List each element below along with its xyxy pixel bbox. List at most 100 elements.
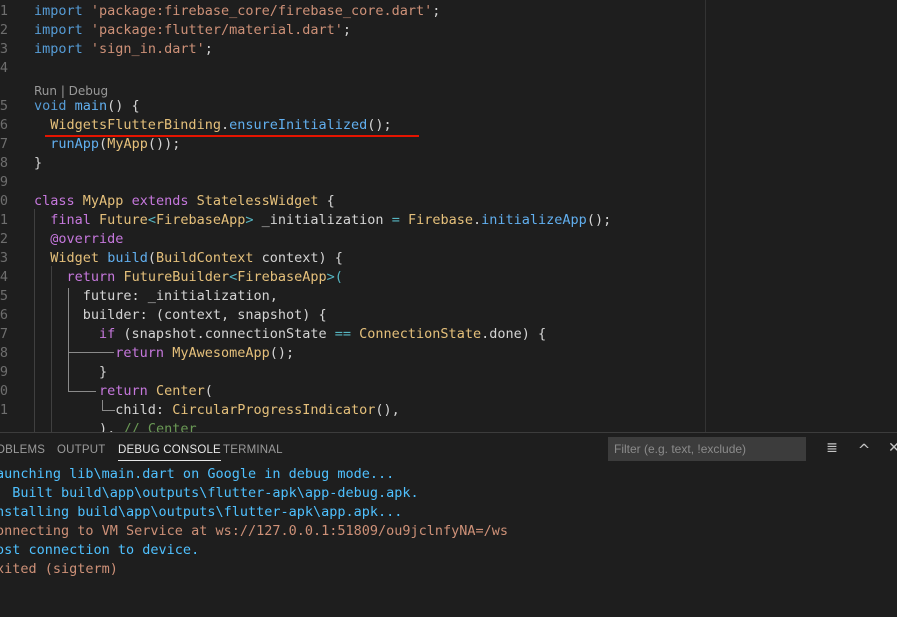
- class-name: FutureBuilder: [123, 269, 230, 285]
- punctuation: .done) {: [481, 326, 547, 342]
- code-line: 8 return MyAwesomeApp();: [0, 344, 705, 363]
- keyword: import: [34, 3, 83, 19]
- console-line: xited (sigterm): [0, 561, 118, 577]
- code-line: 0 class MyApp extends StatelessWidget {: [0, 192, 705, 211]
- punctuation: (),: [375, 402, 400, 418]
- punctuation: }: [99, 364, 108, 380]
- punctuation: ();: [586, 212, 612, 228]
- class-name: Future: [99, 212, 148, 228]
- code-line: ), // Center: [0, 420, 705, 432]
- punctuation: (: [147, 250, 156, 266]
- line-number: 7: [0, 326, 8, 342]
- line-number: 0: [0, 383, 8, 399]
- punctuation: .: [473, 212, 482, 228]
- function-name: main: [74, 98, 108, 114]
- code-line: 9: [0, 173, 705, 192]
- code-editor[interactable]: 1 import 'package:firebase_core/firebase…: [0, 0, 897, 432]
- console-line: Built build\app\outputs\flutter-apk\app-…: [0, 485, 419, 501]
- close-panel-icon[interactable]: ✕: [885, 439, 897, 457]
- line-number: 6: [0, 307, 8, 323]
- string-literal: 'package:flutter/material.dart': [90, 22, 343, 38]
- bracket-guide: [102, 400, 115, 411]
- named-argument: future: _initialization,: [82, 288, 278, 304]
- bracket-guide: [68, 391, 96, 392]
- punctuation: (: [99, 136, 108, 152]
- code-line: 7 runApp(MyApp());: [0, 135, 705, 154]
- code-line: 2 @override: [0, 230, 705, 249]
- keyword: void: [34, 98, 67, 114]
- line-number: 0: [0, 193, 8, 209]
- code-line: 6 builder: (context, snapshot) {: [0, 306, 705, 325]
- string-literal: 'sign_in.dart': [90, 41, 205, 57]
- class-name: CircularProgressIndicator: [172, 402, 376, 418]
- code-line: 6 WidgetsFlutterBinding.ensureInitialize…: [0, 116, 705, 135]
- punctuation: .: [220, 117, 230, 133]
- punctuation: >: [245, 212, 254, 228]
- line-number: 5: [0, 98, 8, 114]
- code-line: 3 import 'sign_in.dart';: [0, 40, 705, 59]
- punctuation: (: [204, 383, 213, 399]
- clear-console-icon[interactable]: ≣: [823, 439, 841, 457]
- class-name: ConnectionState: [359, 326, 482, 342]
- class-name: FirebaseApp: [237, 269, 327, 285]
- punctuation: () {: [107, 98, 140, 114]
- keyword: return: [115, 345, 165, 361]
- code-line: 8 }: [0, 154, 705, 173]
- code-line: 5 future: _initialization,: [0, 287, 705, 306]
- class-name: WidgetsFlutterBinding: [50, 117, 221, 133]
- named-argument: builder: (context, snapshot) {: [82, 307, 327, 323]
- line-number: 8: [0, 345, 8, 361]
- code-line: 1 import 'package:firebase_core/firebase…: [0, 2, 705, 21]
- code-comment: // Center: [123, 421, 197, 432]
- line-number: 3: [0, 41, 8, 57]
- punctuation: >(: [326, 269, 343, 285]
- keyword: final: [50, 212, 91, 228]
- tab-terminal[interactable]: TERMINAL: [223, 441, 283, 467]
- tab-debug-console[interactable]: DEBUG CONSOLE: [118, 441, 221, 461]
- keyword: extends: [131, 193, 189, 209]
- tab-problems[interactable]: OBLEMS: [0, 441, 45, 467]
- code-line: 2 import 'package:flutter/material.dart'…: [0, 21, 705, 40]
- method-name: build: [107, 250, 148, 266]
- line-number: 1: [0, 402, 8, 418]
- class-name: BuildContext: [155, 250, 254, 266]
- console-line: nstalling build\app\outputs\flutter-apk\…: [0, 504, 403, 520]
- line-number: 7: [0, 136, 8, 152]
- class-name: MyApp: [107, 136, 148, 152]
- line-number: 1: [0, 3, 8, 19]
- line-number: 2: [0, 22, 8, 38]
- keyword: import: [34, 41, 83, 57]
- parameter: context) {: [253, 250, 343, 266]
- class-name: FirebaseApp: [155, 212, 246, 228]
- line-number: 1: [0, 212, 8, 228]
- keyword: if: [99, 326, 116, 342]
- punctuation: ;: [342, 22, 352, 38]
- code-line: 0 return Center(: [0, 382, 705, 401]
- punctuation: ();: [269, 345, 295, 361]
- code-line: 4: [0, 59, 705, 78]
- line-number: 4: [0, 269, 8, 285]
- maximize-panel-icon[interactable]: ^: [855, 439, 873, 459]
- class-name: MyApp: [82, 193, 124, 209]
- console-line: ost connection to device.: [0, 542, 200, 558]
- tab-output[interactable]: OUTPUT: [57, 441, 105, 467]
- console-filter-input[interactable]: [608, 437, 806, 461]
- annotation: override: [58, 231, 124, 247]
- method-name: initializeApp: [481, 212, 587, 228]
- punctuation: <: [147, 212, 156, 228]
- class-name: StatelessWidget: [196, 193, 319, 209]
- code-line: 7 if (snapshot.connectionState == Connec…: [0, 325, 705, 344]
- punctuation: ());: [147, 136, 181, 152]
- line-number: 5: [0, 288, 8, 304]
- keyword: return: [99, 383, 148, 399]
- named-argument: child:: [115, 402, 173, 418]
- keyword: import: [34, 22, 83, 38]
- editor-ruler: [705, 0, 706, 432]
- class-name: Center: [155, 383, 205, 399]
- bracket-guide: [68, 288, 69, 392]
- class-name: Widget: [50, 250, 100, 266]
- line-number: 2: [0, 231, 8, 247]
- punctuation: {: [318, 193, 335, 209]
- line-number: 8: [0, 155, 8, 171]
- line-number: 6: [0, 117, 8, 133]
